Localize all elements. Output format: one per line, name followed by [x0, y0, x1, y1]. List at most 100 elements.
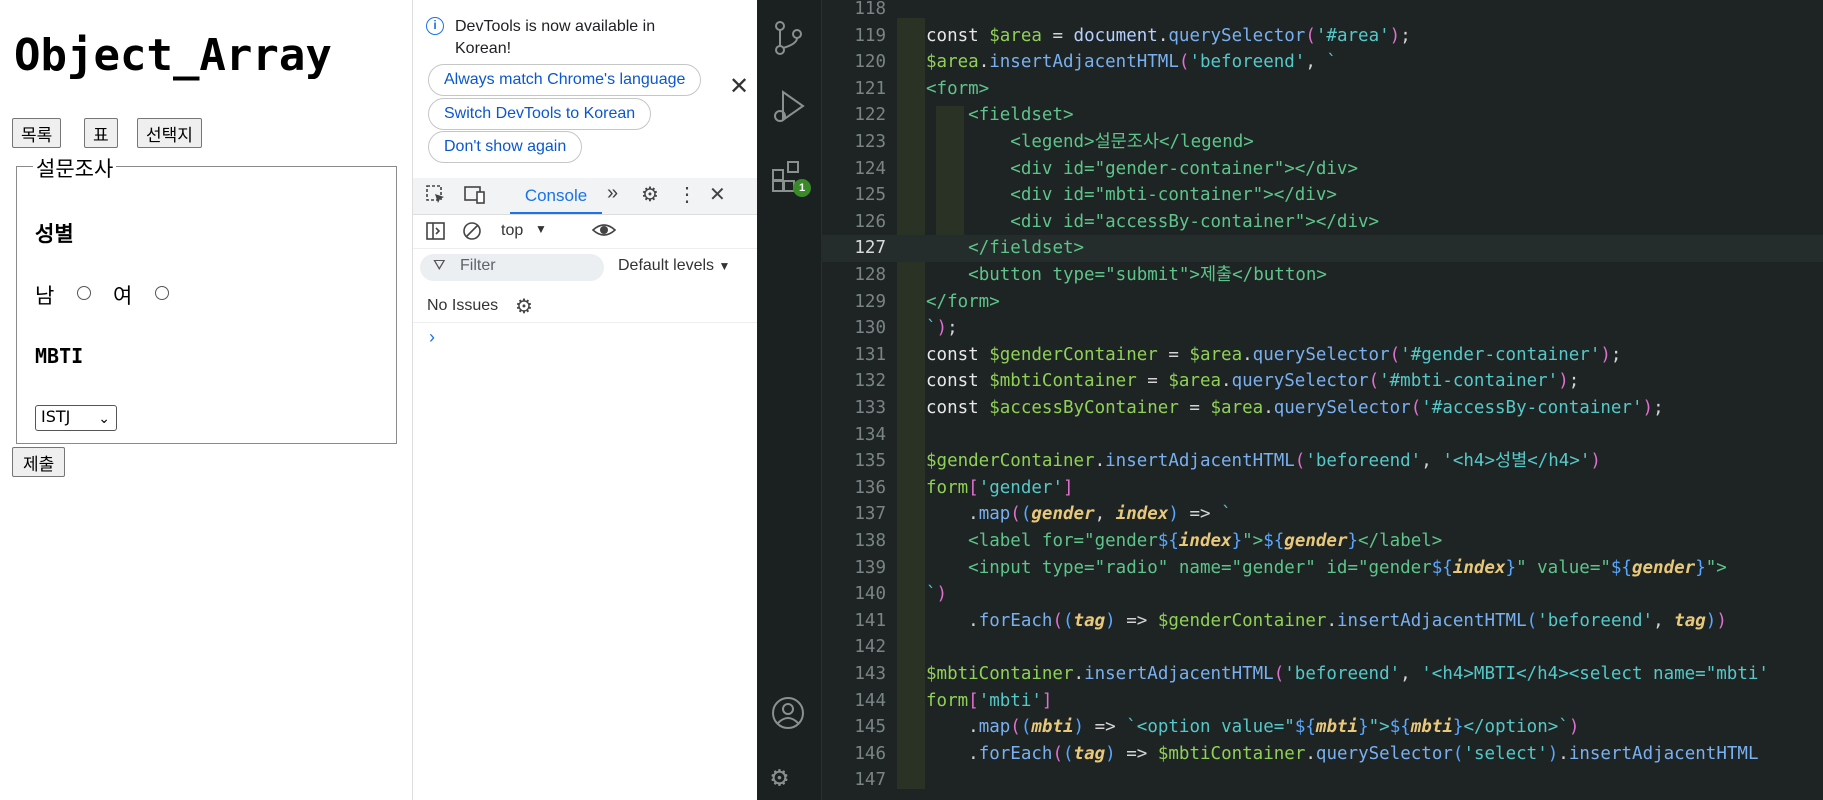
code-line[interactable]: 132 const $mbtiContainer = $area.querySel… [821, 368, 1823, 395]
chevron-down-icon: ⌄ [98, 411, 110, 427]
code-text: const $area = document.querySelector('#a… [926, 25, 1411, 46]
table-button[interactable]: 표 [84, 118, 118, 148]
line-number: 119 [854, 25, 886, 46]
choices-button[interactable]: 선택지 [137, 118, 202, 148]
code-line[interactable]: 135 $genderContainer.insertAdjacentHTML('… [821, 448, 1823, 475]
gear-icon[interactable]: ⚙ [515, 294, 533, 319]
mbti-selected-value: ISTJ [41, 407, 71, 426]
code-line[interactable]: 118 [821, 0, 1823, 23]
code-line[interactable]: 120 $area.insertAdjacentHTML('beforeend',… [821, 49, 1823, 76]
line-number: 137 [854, 504, 886, 525]
code-line[interactable]: 122 <fieldset> [821, 102, 1823, 129]
line-number: 118 [854, 0, 886, 19]
line-number: 125 [854, 185, 886, 206]
code-line[interactable]: 133 const $accessByContainer = $area.quer… [821, 395, 1823, 422]
submit-button[interactable]: 제출 [12, 447, 66, 477]
code-line[interactable]: 123 <legend>설문조사</legend> [821, 129, 1823, 156]
code-line[interactable]: 127 </fieldset> [821, 235, 1823, 262]
code-line[interactable]: 146 .forEach((tag) => $mbtiContainer.que… [821, 741, 1823, 768]
code-text: <div id="accessBy-container"></div> [1010, 211, 1380, 232]
line-number: 141 [854, 610, 886, 631]
code-line[interactable]: 143 $mbtiContainer.insertAdjacentHTML('be… [821, 661, 1823, 688]
line-number: 120 [854, 52, 886, 73]
code-line[interactable]: 141 .forEach((tag) => $genderContainer.i… [821, 608, 1823, 635]
code-line[interactable]: 145 .map((mbti) => `<option value="${mbt… [821, 714, 1823, 741]
code-line[interactable]: 138 <label for="gender${index}">${gender… [821, 528, 1823, 555]
code-text: .map((mbti) => `<option value="${mbti}">… [926, 717, 1580, 738]
context-selector[interactable]: top [501, 222, 523, 240]
code-line[interactable]: 126 <div id="accessBy-container"></div> [821, 209, 1823, 236]
tab-console[interactable]: Console [510, 178, 602, 214]
code-line[interactable]: 140 `) [821, 581, 1823, 608]
code-text: const $mbtiContainer = $area.querySelect… [926, 371, 1580, 392]
code-line[interactable]: 130 `); [821, 315, 1823, 342]
code-text: <div id="gender-container"></div> [1010, 158, 1358, 179]
mbti-select[interactable]: ISTJ ⌄ [35, 405, 117, 431]
code-text: .forEach((tag) => $mbtiContainer.querySe… [926, 743, 1759, 764]
run-debug-icon[interactable] [771, 86, 807, 133]
code-text: <label for="gender${index}">${gender}</l… [968, 531, 1443, 551]
gender-heading: 성별 [35, 222, 74, 246]
clear-console-icon[interactable] [461, 220, 483, 248]
code-line[interactable]: 147 [821, 767, 1823, 794]
settings-gear-icon[interactable]: ⚙ [771, 760, 788, 793]
gender-label-male[interactable]: 남 [35, 280, 54, 310]
gender-radio-female[interactable] [155, 286, 169, 300]
log-levels-dropdown[interactable]: Default levels ▼ [618, 257, 730, 275]
code-text: .map((gender, index) => ` [926, 504, 1232, 525]
code-line[interactable]: 142 [821, 634, 1823, 661]
code-line[interactable]: 128 <button type="submit">제출</button> [821, 262, 1823, 289]
code-line[interactable]: 134 [821, 422, 1823, 449]
code-text: <input type="radio" name="gender" id="ge… [968, 557, 1727, 578]
code-text: $genderContainer.insertAdjacentHTML('bef… [926, 451, 1601, 472]
eye-icon[interactable] [591, 219, 617, 247]
code-text: </form> [926, 291, 1000, 312]
line-number: 147 [854, 770, 886, 791]
code-line[interactable]: 124 <div id="gender-container"></div> [821, 156, 1823, 183]
code-line[interactable]: 131 const $genderContainer = $area.queryS… [821, 342, 1823, 369]
code-text: $mbtiContainer.insertAdjacentHTML('befor… [926, 664, 1769, 684]
code-line[interactable]: 119 const $area = document.querySelector(… [821, 23, 1823, 50]
code-line[interactable]: 121 <form> [821, 76, 1823, 103]
code-line[interactable]: 125 <div id="mbti-container"></div> [821, 182, 1823, 209]
close-devtools-icon[interactable]: ✕ [709, 182, 726, 207]
code-line[interactable]: 137 .map((gender, index) => ` [821, 501, 1823, 528]
gender-radio-male[interactable] [77, 286, 91, 300]
more-tabs-icon[interactable]: » [607, 182, 618, 205]
code-line[interactable]: 129 </form> [821, 289, 1823, 316]
activity-bar: 1 ⚙ [757, 0, 822, 800]
code-line[interactable]: 139 <input type="radio" name="gender" id… [821, 555, 1823, 582]
editor-area[interactable]: 118 119 const $area = document.querySelect… [821, 0, 1823, 800]
line-number: 133 [854, 398, 886, 418]
mbti-heading: MBTI [35, 344, 84, 368]
list-button[interactable]: 목록 [12, 118, 62, 148]
line-number: 130 [854, 318, 886, 339]
gear-icon[interactable]: ⚙ [641, 182, 659, 207]
code-line[interactable]: 136 form['gender'] [821, 475, 1823, 502]
line-number: 138 [854, 531, 886, 551]
extensions-badge: 1 [793, 179, 811, 197]
line-number: 132 [854, 371, 886, 392]
issues-label[interactable]: No Issues [427, 297, 498, 315]
code-text: form['mbti'] [926, 690, 1053, 711]
dont-show-again-button[interactable]: Don't show again [428, 131, 583, 163]
match-language-button[interactable]: Always match Chrome's language [428, 64, 702, 96]
console-prompt[interactable]: › [429, 327, 435, 348]
chevron-down-icon: ▼ [718, 259, 731, 273]
filter-input[interactable]: ⛛ Filter [420, 254, 604, 281]
account-icon[interactable] [771, 696, 805, 737]
survey-legend: 설문조사 [33, 153, 117, 183]
more-options-icon[interactable]: ⋮ [677, 182, 697, 207]
line-number: 140 [854, 584, 886, 605]
inspect-element-icon[interactable] [425, 184, 447, 212]
log-levels-label: Default levels [618, 257, 715, 274]
source-control-icon[interactable] [771, 18, 805, 65]
gender-label-female[interactable]: 여 [113, 280, 132, 310]
code-line[interactable]: 144 form['mbti'] [821, 688, 1823, 715]
sidebar-toggle-icon[interactable] [425, 220, 447, 248]
chevron-down-icon: ▼ [535, 222, 547, 236]
code-text: </fieldset> [968, 238, 1085, 259]
close-icon[interactable]: ✕ [729, 72, 749, 101]
device-toolbar-icon[interactable] [463, 184, 487, 212]
switch-korean-button[interactable]: Switch DevTools to Korean [428, 98, 652, 130]
